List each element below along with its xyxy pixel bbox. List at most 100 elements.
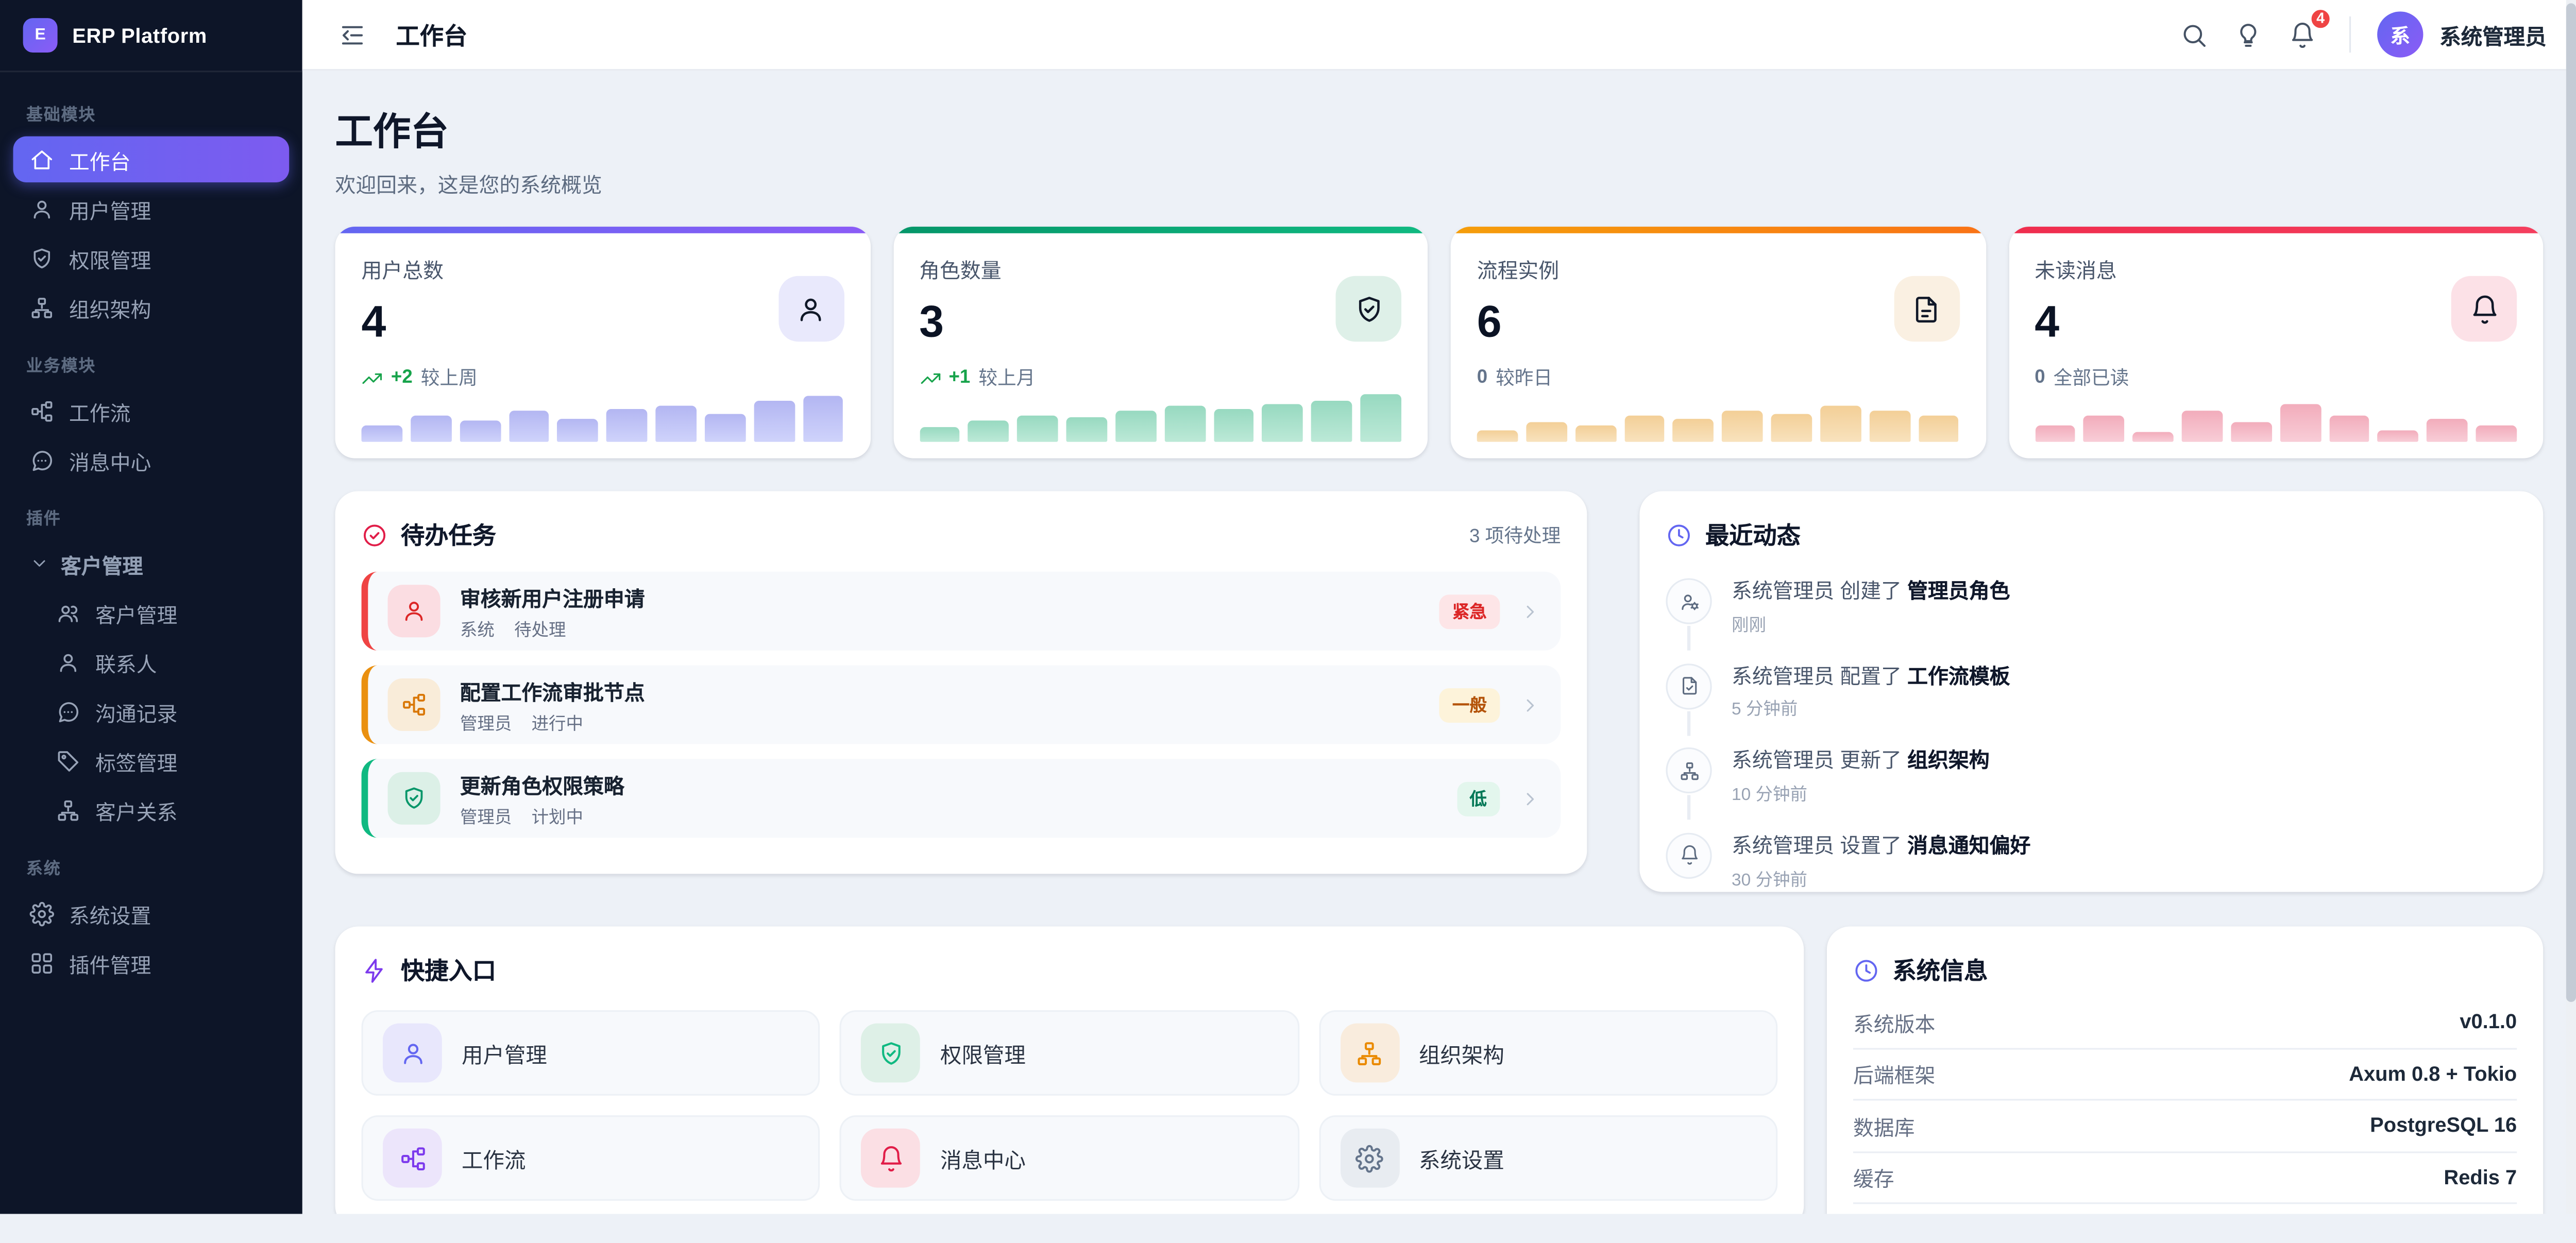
- mini-bar: [1164, 405, 1205, 442]
- todo-item-owner: 系统: [460, 617, 495, 641]
- sidebar-item-label: 插件管理: [69, 947, 151, 978]
- sidebar-item[interactable]: 系统设置: [13, 890, 290, 936]
- quick-tile[interactable]: 消息中心: [840, 1115, 1299, 1201]
- stat-label: 角色数量: [919, 253, 1401, 284]
- scrollbar-thumb[interactable]: [2566, 3, 2576, 1002]
- theme-toggle-button[interactable]: [2228, 14, 2269, 55]
- todo-item-owner: 管理员: [460, 710, 512, 735]
- chevron-right-icon[interactable]: [1520, 600, 1541, 621]
- lightning-icon: [362, 957, 388, 983]
- mini-bar: [2083, 416, 2124, 442]
- sidebar-subitem[interactable]: 联系人: [40, 639, 290, 685]
- quick-tile[interactable]: 系统设置: [1318, 1115, 1777, 1201]
- shield-check-icon: [401, 785, 427, 811]
- timeline-connector: [1687, 626, 1690, 651]
- user-name: 系统管理员: [2439, 19, 2546, 50]
- stat-label: 流程实例: [1477, 253, 1959, 284]
- sidebar-group-header[interactable]: 客户管理: [13, 540, 290, 586]
- quick-access-card: 快捷入口 用户管理 权限管理组织架构工作流 消息中心 系统设置: [335, 926, 1804, 1214]
- stat-accent-strip: [1451, 227, 1986, 233]
- sidebar-item[interactable]: 权限管理: [13, 235, 290, 281]
- info-value: Redis 7: [2444, 1166, 2517, 1189]
- mini-bar: [2476, 425, 2517, 441]
- sidebar-item-label: 标签管理: [95, 745, 177, 776]
- sidebar-subitem[interactable]: 沟通记录: [40, 688, 290, 734]
- quick-title: 快捷入口: [401, 952, 496, 987]
- quick-tile[interactable]: 工作流: [362, 1115, 821, 1201]
- sidebar-item[interactable]: 工作流: [13, 388, 290, 434]
- user-icon: [56, 650, 80, 674]
- sidebar-item[interactable]: 组织架构: [13, 284, 290, 330]
- workflow-icon: [29, 398, 54, 423]
- trend-label: 较上周: [421, 365, 478, 391]
- info-value: Axum 0.8 + Tokio: [2349, 1062, 2517, 1085]
- stat-card: 用户总数4+2较上周: [335, 227, 870, 458]
- mini-bar: [1918, 416, 1959, 442]
- timeline-connector: [1687, 795, 1690, 820]
- activity-action: 配置了: [1840, 665, 1902, 688]
- chat-icon: [56, 699, 80, 724]
- mini-bar: [1869, 411, 1910, 441]
- sidebar-item[interactable]: 消息中心: [13, 437, 290, 483]
- todo-item[interactable]: 审核新用户注册申请系统待处理紧急: [362, 572, 1561, 651]
- chevron-right-icon[interactable]: [1520, 788, 1541, 809]
- mini-bar: [1722, 411, 1763, 442]
- quick-tile-icon-box: [383, 1024, 442, 1083]
- chevron-right-icon: [1520, 694, 1541, 715]
- scrollbar-track[interactable]: [2566, 0, 2576, 1214]
- quick-tile[interactable]: 权限管理: [840, 1010, 1299, 1096]
- sidebar-item-label: 联系人: [95, 646, 157, 678]
- sidebar-item[interactable]: 用户管理: [13, 185, 290, 231]
- bell-icon: [877, 1144, 905, 1172]
- activity-icon-circle: [1666, 832, 1711, 878]
- quick-tiles: 用户管理 权限管理组织架构工作流 消息中心 系统设置: [335, 987, 1804, 1201]
- user-icon: [401, 598, 427, 624]
- quick-tile-icon-box: [1340, 1024, 1399, 1083]
- sidebar-section-label: 系统: [13, 836, 290, 887]
- sidebar-item[interactable]: 插件管理: [13, 940, 290, 985]
- brand-row: E ERP Platform: [0, 0, 302, 72]
- sidebar-subitem[interactable]: 客户关系: [40, 787, 290, 832]
- stat-icon-box: [2451, 276, 2517, 342]
- avatar[interactable]: 系: [2377, 11, 2423, 57]
- activity-action: 设置了: [1840, 834, 1902, 857]
- main-column: 工作台 4 系 系统管理员 工作台 欢迎回来，这是您的系统概览 用户总数4+2较…: [302, 0, 2576, 1214]
- sidebar-nav: 基础模块工作台用户管理权限管理组织架构业务模块工作流消息中心插件客户管理客户管理…: [0, 72, 302, 1214]
- sidebar-subitem[interactable]: 标签管理: [40, 738, 290, 784]
- activity-icon-circle: [1666, 578, 1711, 624]
- todo-title: 待办任务: [401, 517, 496, 552]
- todo-item[interactable]: 更新角色权限策略管理员计划中低: [362, 759, 1561, 838]
- todo-item[interactable]: 配置工作流审批节点管理员进行中一般: [362, 665, 1561, 744]
- sidebar-item-label: 工作台: [69, 144, 131, 175]
- sidebar-item-label: 用户管理: [69, 193, 151, 225]
- search-icon: [2180, 21, 2208, 48]
- mini-bar: [919, 427, 960, 442]
- home-icon: [29, 147, 54, 172]
- search-button[interactable]: [2174, 14, 2215, 55]
- circle-check-icon: [362, 521, 388, 548]
- mini-bar: [1017, 415, 1058, 442]
- mini-bar: [1575, 426, 1616, 442]
- sidebar-toggle-button[interactable]: [332, 14, 373, 55]
- priority-badge: 低: [1456, 781, 1500, 815]
- divider: [2349, 16, 2351, 53]
- quick-tile[interactable]: 用户管理: [362, 1010, 821, 1096]
- stat-mini-bar-chart: [1477, 393, 1959, 442]
- quick-tile-label: 消息中心: [940, 1143, 1026, 1174]
- activity-item: 系统管理员 配置了 工作流模板5 分钟前: [1666, 663, 2517, 748]
- mini-bar: [2280, 403, 2320, 442]
- topbar-title: 工作台: [396, 17, 467, 52]
- todo-item-owner: 管理员: [460, 804, 512, 829]
- mini-bar: [705, 413, 745, 441]
- lightbulb-icon: [2234, 21, 2262, 48]
- sidebar-item[interactable]: 工作台: [13, 137, 290, 182]
- users-icon: [56, 600, 80, 625]
- sidebar-subitem[interactable]: 客户管理: [40, 590, 290, 636]
- clock-icon: [1666, 521, 1692, 548]
- chevron-right-icon[interactable]: [1520, 694, 1541, 715]
- trending-up-icon: [919, 367, 940, 388]
- stat-icon-box: [1893, 276, 1959, 342]
- shield-check-icon: [877, 1039, 905, 1067]
- quick-tile-label: 用户管理: [462, 1037, 547, 1069]
- quick-tile[interactable]: 组织架构: [1318, 1010, 1777, 1096]
